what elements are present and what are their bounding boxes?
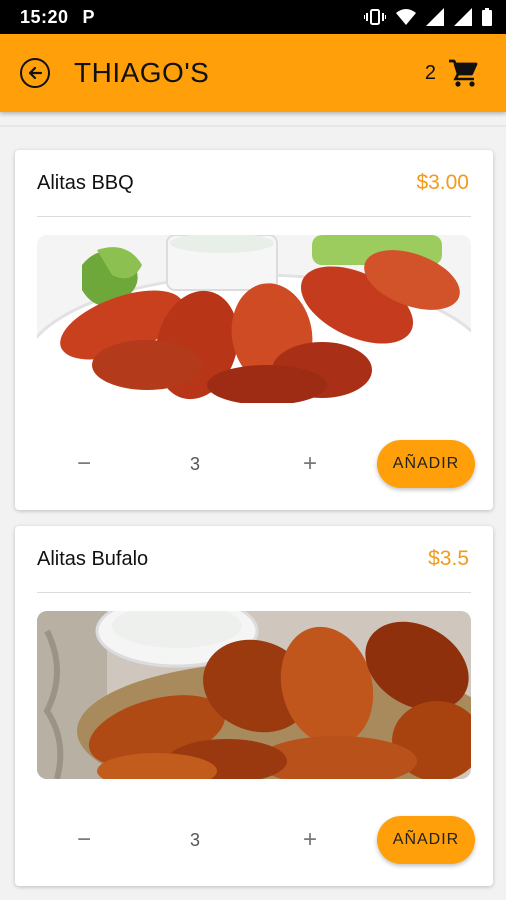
increase-button[interactable]: + xyxy=(297,450,323,478)
vibrate-icon xyxy=(364,8,386,26)
cart-count: 2 xyxy=(424,61,436,84)
product-image xyxy=(37,235,471,403)
status-icons xyxy=(364,8,492,26)
product-card: Alitas Bufalo $3.5 − 3 + AÑADIR xyxy=(15,526,493,886)
decrease-button[interactable]: − xyxy=(71,826,97,854)
back-arrow-icon[interactable] xyxy=(20,58,50,88)
product-price: $3.00 xyxy=(416,171,469,194)
status-time: 15:20 xyxy=(20,6,69,27)
status-bar: 15:20 P xyxy=(0,0,506,34)
card-divider xyxy=(37,592,471,593)
product-name: Alitas BBQ xyxy=(37,171,134,194)
signal-icon-2 xyxy=(454,8,472,26)
product-price: $3.5 xyxy=(428,547,469,570)
battery-icon xyxy=(482,8,492,26)
quantity-controls: − 3 + AÑADIR xyxy=(15,440,493,488)
quantity-controls: − 3 + AÑADIR xyxy=(15,816,493,864)
quantity-value: 3 xyxy=(189,453,200,474)
product-header: Alitas Bufalo $3.5 xyxy=(15,526,493,592)
product-card: Alitas BBQ $3.00 − 3 + AÑADIR xyxy=(15,150,493,510)
wifi-icon xyxy=(396,9,416,25)
cart-icon[interactable] xyxy=(448,59,478,87)
add-button[interactable]: AÑADIR xyxy=(377,816,475,864)
product-name: Alitas Bufalo xyxy=(37,547,149,570)
product-image xyxy=(37,611,471,779)
add-button[interactable]: AÑADIR xyxy=(377,440,475,488)
product-header: Alitas BBQ $3.00 xyxy=(15,150,493,216)
parking-app-icon: P xyxy=(82,6,95,27)
page-title: THIAGO'S xyxy=(74,57,210,88)
top-divider xyxy=(0,125,506,127)
quantity-value: 3 xyxy=(189,829,200,850)
signal-icon xyxy=(426,8,444,26)
card-divider xyxy=(37,216,471,217)
increase-button[interactable]: + xyxy=(297,826,323,854)
app-bar: THIAGO'S 2 xyxy=(0,34,506,112)
decrease-button[interactable]: − xyxy=(71,450,97,478)
